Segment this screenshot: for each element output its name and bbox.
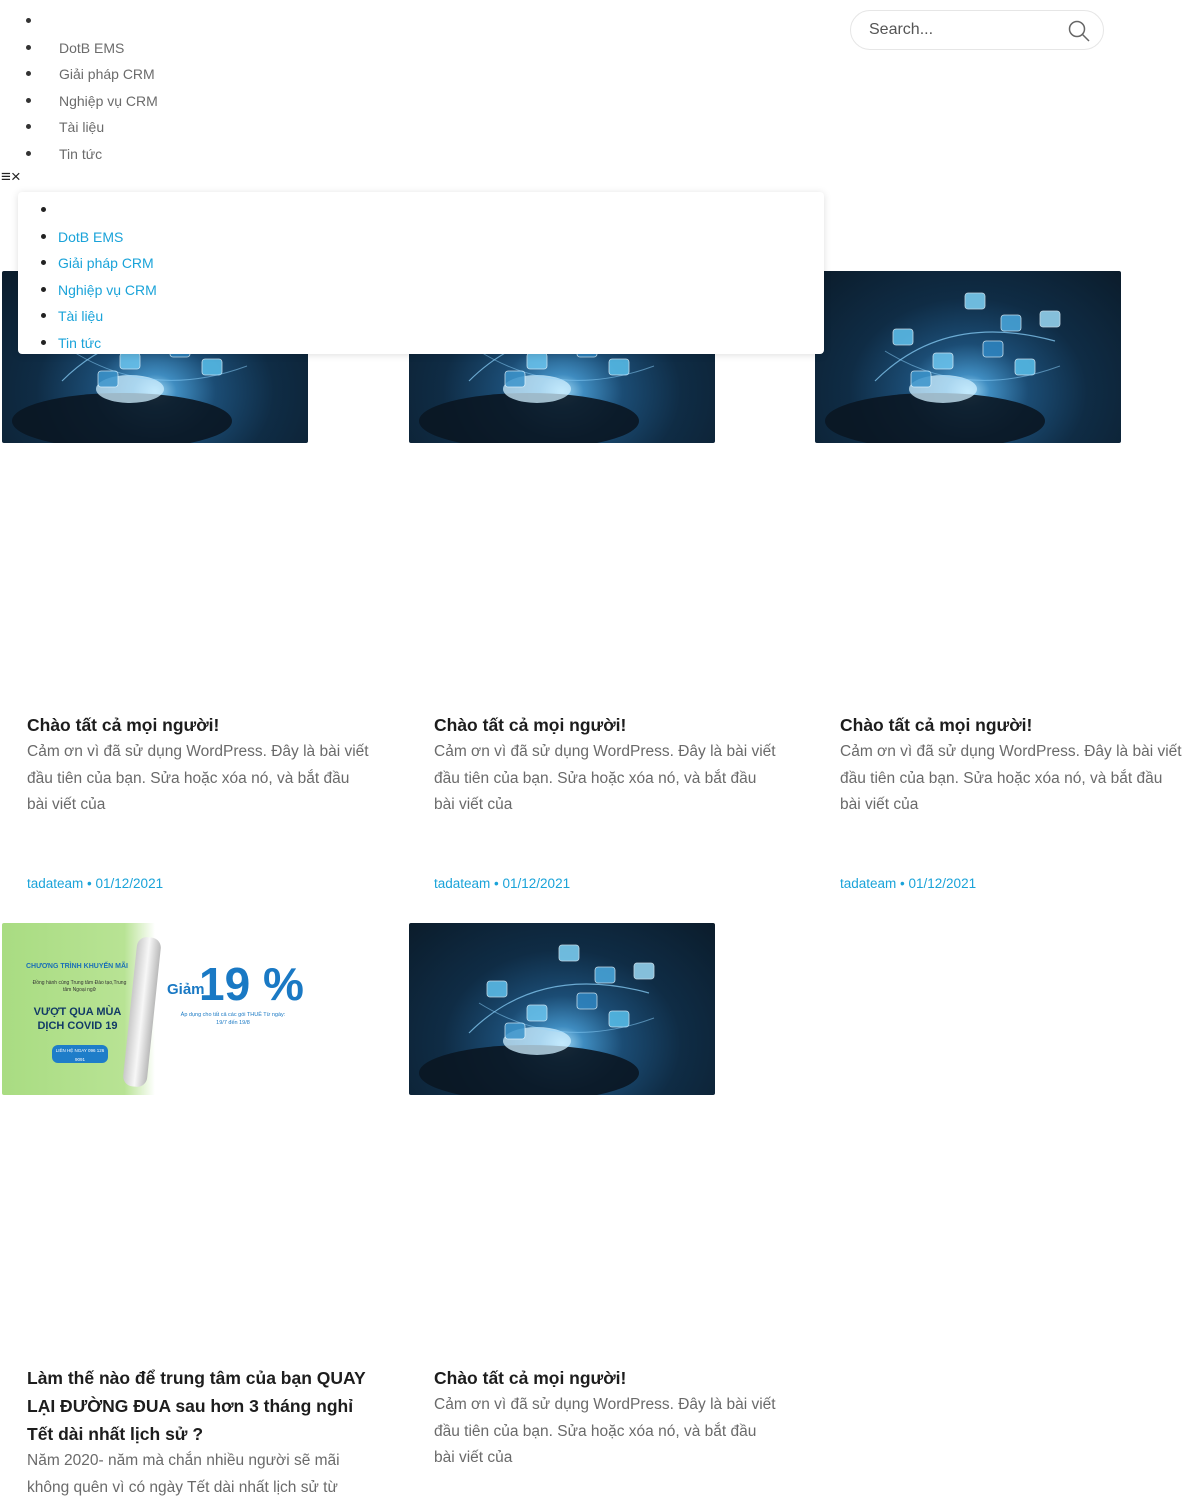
- app-tile-icon: [982, 340, 1004, 358]
- promo-note: Áp dụng cho tất cả các gói THUÊ Từ ngày:…: [180, 1012, 286, 1026]
- app-tile-icon: [594, 966, 616, 984]
- post-title[interactable]: Chào tất cả mọi người!: [840, 711, 1185, 739]
- app-tile-icon: [608, 358, 630, 376]
- dropdown-item-empty: [18, 197, 157, 224]
- tech-hand-image: [825, 292, 1061, 443]
- app-tile-icon: [504, 1022, 526, 1040]
- post-card[interactable]: CHƯƠNG TRÌNH KHUYẾN MÃI Đồng hành cùng T…: [2, 923, 382, 1500]
- post-title[interactable]: Chào tất cả mọi người!: [434, 711, 779, 739]
- post-title[interactable]: Chào tất cả mọi người!: [27, 711, 372, 739]
- app-tile-icon: [1014, 358, 1036, 376]
- promo-heading: CHƯƠNG TRÌNH KHUYẾN MÃI: [26, 963, 128, 970]
- post-meta[interactable]: tadateam • 01/12/2021: [27, 876, 163, 891]
- nav-item-empty: [0, 8, 158, 35]
- nav-item-nghiep-vu-crm[interactable]: Nghiệp vụ CRM: [0, 88, 158, 115]
- app-tile-icon: [526, 352, 548, 370]
- app-tile-icon: [892, 328, 914, 346]
- close-icon[interactable]: ×: [11, 167, 21, 187]
- promo-cta: LIÊN HỆ NGAY 096 126 9091: [52, 1045, 108, 1063]
- post-title[interactable]: Chào tất cả mọi người!: [434, 1364, 779, 1392]
- search-icon[interactable]: [1067, 19, 1091, 43]
- post-thumbnail[interactable]: CHƯƠNG TRÌNH KHUYẾN MÃI Đồng hành cùng T…: [2, 923, 308, 1095]
- post-card[interactable]: Chào tất cả mọi người! Cảm ơn vì đã sử d…: [409, 923, 789, 1500]
- app-tile-icon: [504, 370, 526, 388]
- app-tile-icon: [964, 292, 986, 310]
- post-excerpt: Cảm ơn vì đã sử dụng WordPress. Đây là b…: [434, 1396, 776, 1466]
- dropdown-item-tai-lieu[interactable]: Tài liệu: [18, 303, 157, 330]
- post-card[interactable]: Chào tất cả mọi người! Cảm ơn vì đã sử d…: [815, 271, 1195, 901]
- app-tile-icon: [526, 1004, 548, 1022]
- nav-item-tin-tuc[interactable]: Tin tức: [0, 141, 158, 168]
- promo-subtext: Đồng hành cùng Trung tâm Đào tạo,Trung t…: [32, 980, 127, 993]
- post-excerpt: Cảm ơn vì đã sử dụng WordPress. Đây là b…: [27, 743, 369, 813]
- post-thumbnail[interactable]: [815, 271, 1121, 443]
- post-excerpt: Cảm ơn vì đã sử dụng WordPress. Đây là b…: [840, 743, 1182, 813]
- menu-toggles: ≡×: [1, 167, 21, 187]
- hamburger-icon[interactable]: ≡: [1, 167, 11, 187]
- dropdown-menu: DotB EMS Giải pháp CRM Nghiệp vụ CRM Tài…: [18, 192, 824, 354]
- app-tile-icon: [910, 370, 932, 388]
- promo-headline: VƯỢT QUA MÙA DỊCH COVID 19: [33, 1006, 122, 1032]
- post-meta[interactable]: tadateam • 01/12/2021: [840, 876, 976, 891]
- dropdown-item-tin-tuc[interactable]: Tin tức: [18, 330, 157, 357]
- dropdown-item-dotb-ems[interactable]: DotB EMS: [18, 224, 157, 251]
- nav-item-dotb-ems[interactable]: DotB EMS: [0, 35, 158, 62]
- nav-item-giai-phap-crm[interactable]: Giải pháp CRM: [0, 61, 158, 88]
- post-card[interactable]: Chào tất cả mọi người! Cảm ơn vì đã sử d…: [409, 271, 789, 901]
- app-tile-icon: [576, 992, 598, 1010]
- post-title[interactable]: Làm thế nào để trung tâm của bạn QUAY LẠ…: [27, 1364, 372, 1448]
- app-tile-icon: [633, 962, 655, 980]
- promo-discount: 19 %: [199, 958, 304, 1010]
- post-excerpt: Cảm ơn vì đã sử dụng WordPress. Đây là b…: [434, 743, 776, 813]
- post-card[interactable]: Chào tất cả mọi người! Cảm ơn vì đã sử d…: [2, 271, 382, 901]
- top-nav: DotB EMS Giải pháp CRM Nghiệp vụ CRM Tài…: [0, 8, 158, 167]
- search-input[interactable]: [867, 20, 1061, 40]
- post-thumbnail[interactable]: [409, 923, 715, 1095]
- search-box: [850, 10, 1104, 50]
- app-tile-icon: [1039, 310, 1061, 328]
- app-tile-icon: [486, 980, 508, 998]
- app-tile-icon: [97, 370, 119, 388]
- app-tile-icon: [932, 352, 954, 370]
- dropdown-item-nghiep-vu-crm[interactable]: Nghiệp vụ CRM: [18, 277, 157, 304]
- post-meta[interactable]: tadateam • 01/12/2021: [434, 876, 570, 891]
- app-tile-icon: [558, 944, 580, 962]
- post-excerpt: Năm 2020- năm mà chắn nhiều người sẽ mãi…: [27, 1452, 340, 1496]
- paper-scroll-graphic: [122, 936, 162, 1088]
- nav-item-tai-lieu[interactable]: Tài liệu: [0, 114, 158, 141]
- dropdown-item-giai-phap-crm[interactable]: Giải pháp CRM: [18, 250, 157, 277]
- app-tile-icon: [201, 358, 223, 376]
- tech-hand-image: [419, 944, 655, 1095]
- app-tile-icon: [1000, 314, 1022, 332]
- app-tile-icon: [608, 1010, 630, 1028]
